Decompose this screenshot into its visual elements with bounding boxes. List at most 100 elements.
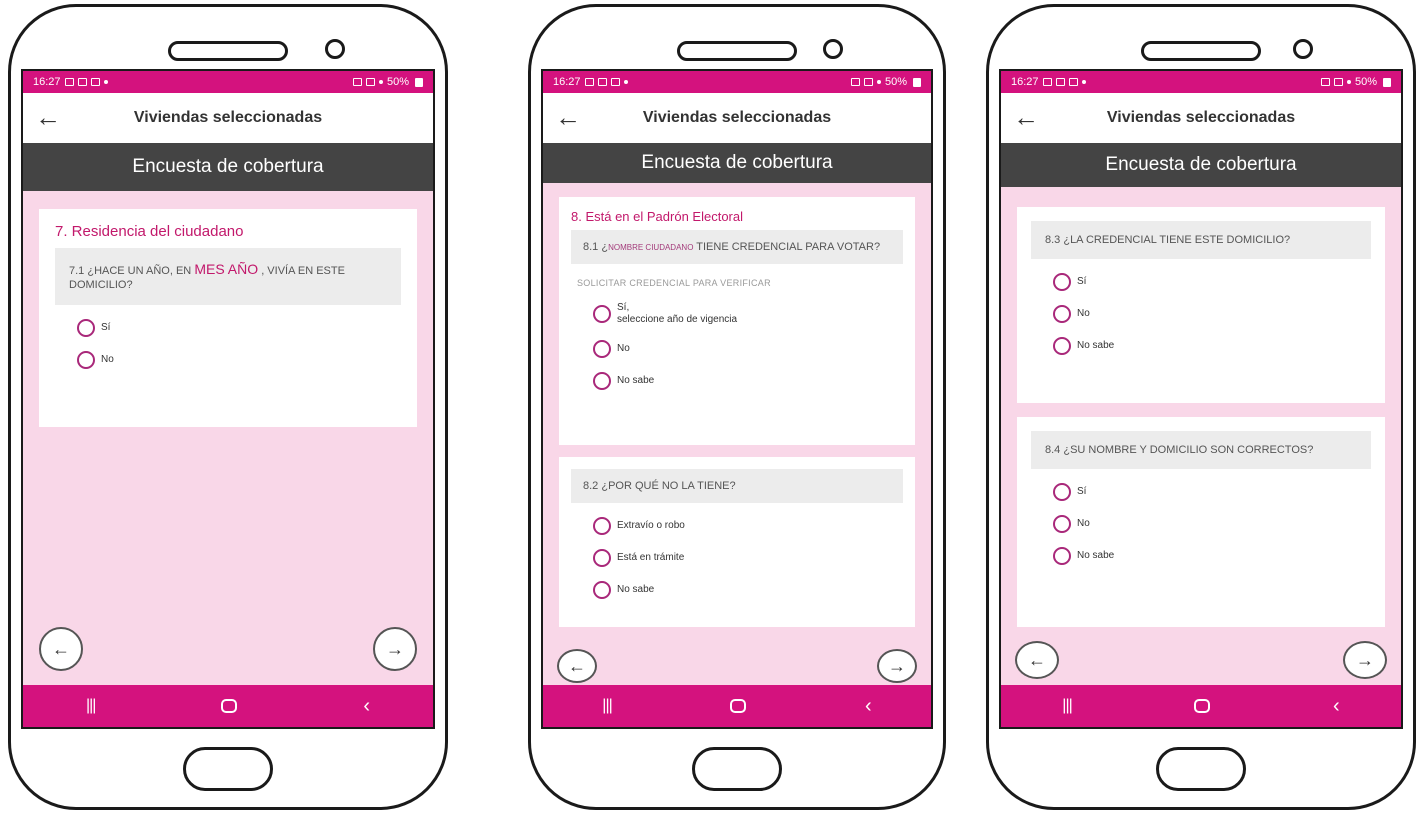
phone-frame-2: 16:27 50% ← Viviendas seleccionadas Encu… xyxy=(528,4,946,810)
radio-button[interactable] xyxy=(1053,483,1071,502)
previous-button[interactable]: ← xyxy=(1015,641,1059,679)
option-no-sabe[interactable]: No sabe xyxy=(593,372,903,391)
option-si[interactable]: Sí xyxy=(1053,483,1371,502)
option-si[interactable]: Sí xyxy=(77,318,401,337)
android-nav-bar: ||| ‹ xyxy=(23,685,433,727)
option-en-tramite[interactable]: Está en trámite xyxy=(593,549,903,568)
arrow-right-icon: → xyxy=(386,638,404,659)
speaker-grille xyxy=(168,41,288,61)
gallery-icon xyxy=(1042,78,1052,86)
option-label: No xyxy=(101,353,114,365)
option-label: Sí, seleccione año de vigencia xyxy=(617,302,738,326)
option-no[interactable]: No xyxy=(1053,515,1371,534)
home-button[interactable] xyxy=(183,747,273,791)
radio-button[interactable] xyxy=(593,549,611,568)
radio-button[interactable] xyxy=(77,318,95,337)
nav-back-icon[interactable]: ‹ xyxy=(1333,695,1340,718)
status-bar: 16:27 50% xyxy=(23,71,433,93)
back-arrow-icon[interactable]: ← xyxy=(555,103,581,131)
option-label: No sabe xyxy=(617,584,655,596)
camera-icon xyxy=(325,39,345,59)
radio-button[interactable] xyxy=(1053,337,1071,356)
option-extravio[interactable]: Extravío o robo xyxy=(593,517,903,536)
previous-button[interactable]: ← xyxy=(557,649,597,683)
option-label: No xyxy=(1077,518,1090,530)
home-icon[interactable] xyxy=(1194,699,1211,713)
app-bar: ← Viviendas seleccionadas xyxy=(23,93,433,143)
question-text-prefix: 8.1 ¿ xyxy=(583,241,609,253)
question-card-8-4: 8.4 ¿SU NOMBRE Y DOMICILIO SON CORRECTOS… xyxy=(1017,417,1385,627)
recent-apps-icon[interactable]: ||| xyxy=(602,697,613,715)
home-icon[interactable] xyxy=(730,699,747,713)
home-icon[interactable] xyxy=(221,699,238,713)
radio-button[interactable] xyxy=(1053,273,1071,292)
radio-button[interactable] xyxy=(593,581,611,600)
radio-button[interactable] xyxy=(593,517,611,536)
option-no-sabe[interactable]: No sabe xyxy=(1053,547,1371,566)
recent-apps-icon[interactable]: ||| xyxy=(1062,697,1073,715)
radio-button[interactable] xyxy=(1053,305,1071,324)
nav-back-icon[interactable]: ‹ xyxy=(363,695,370,718)
radio-button[interactable] xyxy=(1053,547,1071,566)
question-8-3: 8.3 ¿LA CREDENCIAL TIENE ESTE DOMICILIO? xyxy=(1031,221,1371,260)
option-no-sabe[interactable]: No sabe xyxy=(593,581,903,600)
home-button[interactable] xyxy=(692,747,782,791)
question-text: 8.3 ¿LA CREDENCIAL TIENE ESTE DOMICILIO? xyxy=(1045,234,1291,246)
arrow-right-icon: → xyxy=(1356,649,1374,670)
question-7-1: 7.1 ¿HACE UN AÑO, EN MES AÑO , VIVÍA EN … xyxy=(55,248,401,305)
calendar-icon xyxy=(610,78,620,86)
previous-button[interactable]: ← xyxy=(39,627,83,671)
next-button[interactable]: → xyxy=(1343,641,1387,679)
calendar-icon xyxy=(90,78,100,86)
section-title: 7. Residencia del ciudadano xyxy=(55,223,244,240)
phone-frame-3: 16:27 50% ← Viviendas seleccionadas Encu… xyxy=(986,4,1416,810)
option-no[interactable]: No xyxy=(77,350,401,369)
app-title: Viviendas seleccionadas xyxy=(1106,109,1296,126)
back-arrow-icon[interactable]: ← xyxy=(1013,103,1039,131)
option-label: No sabe xyxy=(1077,340,1115,352)
next-button[interactable]: → xyxy=(373,627,417,671)
camera-icon xyxy=(1293,39,1313,59)
section-title: 8. Está en el Padrón Electoral xyxy=(571,209,743,224)
message-icon xyxy=(597,78,607,86)
nav-back-icon[interactable]: ‹ xyxy=(865,695,872,718)
phone-screen-3: 16:27 50% ← Viviendas seleccionadas Encu… xyxy=(999,69,1403,729)
question-8-4: 8.4 ¿SU NOMBRE Y DOMICILIO SON CORRECTOS… xyxy=(1031,431,1371,470)
app-title: Viviendas seleccionadas xyxy=(133,109,323,126)
android-nav-bar: ||| ‹ xyxy=(543,685,931,727)
radio-button[interactable] xyxy=(1053,515,1071,534)
survey-title: Encuesta de cobertura xyxy=(1105,154,1297,175)
radio-button[interactable] xyxy=(77,350,95,369)
question-text: 8.2 ¿POR QUÉ NO LA TIENE? xyxy=(583,480,736,492)
signal-icon xyxy=(876,80,881,84)
option-no-sabe[interactable]: No sabe xyxy=(1053,337,1371,356)
speaker-grille xyxy=(1141,41,1261,61)
option-si-vigencia[interactable]: Sí, seleccione año de vigencia xyxy=(593,302,903,326)
option-label: Sí xyxy=(1077,276,1087,288)
signal-icon xyxy=(1346,80,1351,84)
question-card-8-2: 8.2 ¿POR QUÉ NO LA TIENE? Extravío o rob… xyxy=(559,457,915,627)
radio-button[interactable] xyxy=(593,372,611,391)
option-no[interactable]: No xyxy=(1053,305,1371,324)
notification-dot-icon xyxy=(103,80,108,84)
option-no[interactable]: No xyxy=(593,340,903,359)
arrow-left-icon: ← xyxy=(1028,649,1046,670)
question-card-8-3: 8.3 ¿LA CREDENCIAL TIENE ESTE DOMICILIO?… xyxy=(1017,207,1385,403)
question-text: 8.4 ¿SU NOMBRE Y DOMICILIO SON CORRECTOS… xyxy=(1045,444,1314,456)
arrow-left-icon: ← xyxy=(52,638,70,659)
radio-button[interactable] xyxy=(593,340,611,359)
notification-dot-icon xyxy=(1081,80,1086,84)
option-si[interactable]: Sí xyxy=(1053,273,1371,292)
lock-icon xyxy=(850,78,860,86)
back-arrow-icon[interactable]: ← xyxy=(35,103,61,131)
question-8-2: 8.2 ¿POR QUÉ NO LA TIENE? xyxy=(571,469,903,504)
option-label: No xyxy=(1077,308,1090,320)
phone-screen-1: 16:27 50% ← Viviendas seleccionadas Encu… xyxy=(21,69,435,729)
question-card-7: 7. Residencia del ciudadano 7.1 ¿HACE UN… xyxy=(39,209,417,427)
app-bar: ← Viviendas seleccionadas xyxy=(1001,93,1401,143)
option-label: No sabe xyxy=(1077,550,1115,562)
home-button[interactable] xyxy=(1156,747,1246,791)
next-button[interactable]: → xyxy=(877,649,917,683)
radio-button[interactable] xyxy=(593,305,611,324)
recent-apps-icon[interactable]: ||| xyxy=(86,697,97,715)
